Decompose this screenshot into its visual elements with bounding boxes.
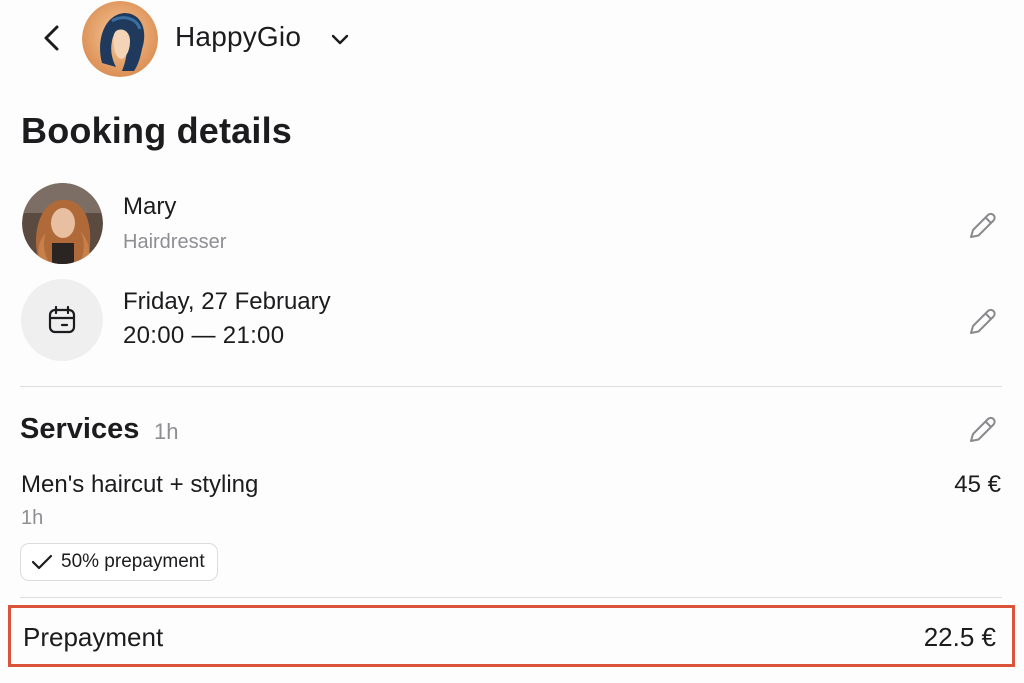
booking-details-screen: HappyGio Booking details Mary Hairdresse… [0, 0, 1024, 683]
prepayment-row: Prepayment 22.5 € [8, 605, 1015, 667]
header: HappyGio [0, 0, 1024, 78]
page-title: Booking details [21, 110, 293, 151]
calendar-icon-container [21, 279, 103, 361]
prepayment-badge-label: 50% prepayment [61, 551, 205, 572]
divider [20, 597, 1002, 598]
services-title: Services [20, 413, 140, 445]
divider [20, 386, 1002, 387]
pencil-icon [970, 416, 996, 442]
pencil-icon [970, 212, 996, 238]
services-total-duration: 1h [154, 419, 179, 444]
salon-switcher-button[interactable] [326, 26, 354, 54]
pencil-icon [970, 308, 996, 334]
prepayment-badge: 50% prepayment [20, 543, 218, 581]
specialist-name: Mary [123, 193, 177, 220]
salon-avatar[interactable] [82, 1, 158, 77]
specialist-row[interactable]: Mary Hairdresser [0, 180, 1024, 270]
chevron-down-icon [331, 34, 349, 45]
appointment-date: Friday, 27 February [123, 288, 331, 315]
prepayment-label: Prepayment [23, 622, 164, 652]
calendar-icon [48, 305, 76, 334]
service-duration: 1h [21, 507, 44, 529]
checkmark-icon [31, 554, 53, 570]
appointment-time-row[interactable]: Friday, 27 February 20:00 — 21:00 [0, 278, 1024, 362]
salon-name[interactable]: HappyGio [175, 21, 301, 53]
back-button[interactable] [36, 22, 68, 54]
service-price: 45 € [954, 471, 1001, 498]
service-name: Men's haircut + styling [21, 471, 259, 498]
appointment-time: 20:00 — 21:00 [123, 322, 285, 349]
edit-time-button[interactable] [962, 302, 1002, 342]
chevron-left-icon [44, 25, 59, 51]
specialist-avatar [22, 183, 103, 264]
prepayment-amount: 22.5 € [923, 622, 996, 652]
edit-specialist-button[interactable] [962, 206, 1002, 246]
edit-services-button[interactable] [962, 410, 1002, 450]
specialist-role: Hairdresser [123, 231, 227, 253]
